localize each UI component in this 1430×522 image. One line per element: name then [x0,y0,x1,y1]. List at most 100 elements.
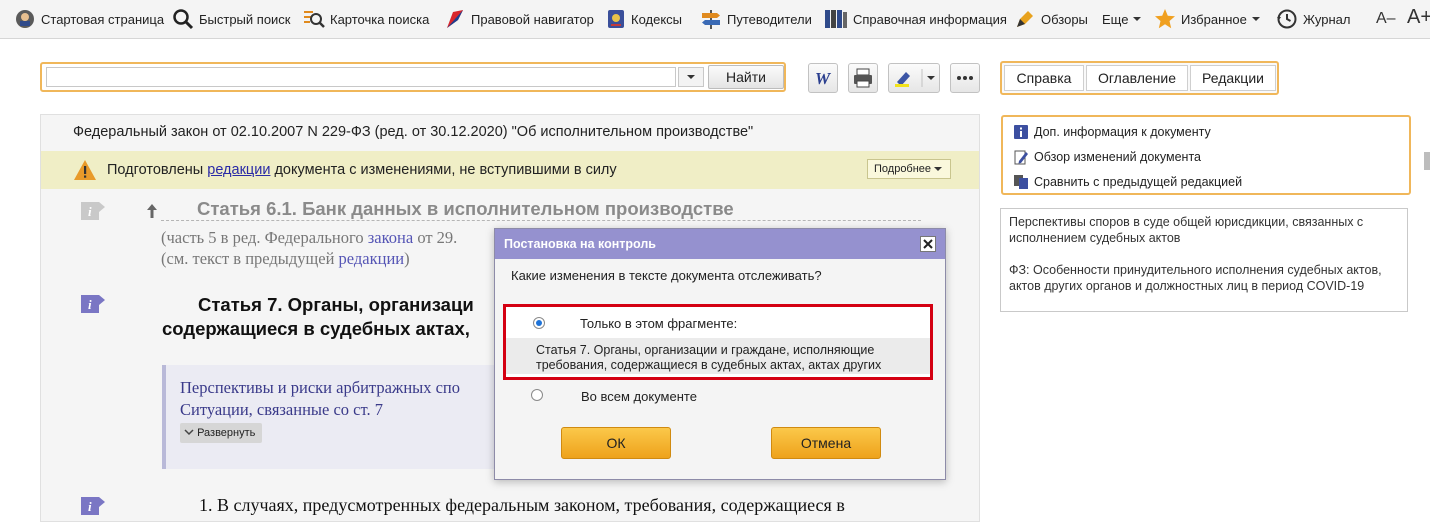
more-dots-icon [957,76,973,80]
toolbar-quick-search[interactable]: Быстрый поиск [172,8,291,30]
edit-doc-icon [1014,150,1028,165]
info-link-compare[interactable]: Сравнить с предыдущей редакцией [1013,173,1242,191]
search-input[interactable] [46,67,676,87]
toolbar-legal-navigator[interactable]: Правовой навигатор [444,8,594,30]
scrollbar-thumb[interactable] [1424,152,1430,170]
info-link-additional[interactable]: Доп. информация к документу [1013,123,1211,141]
tab-editions[interactable]: Редакции [1190,65,1276,91]
font-increase-label: A+ [1407,5,1430,28]
cancel-button[interactable]: Отмена [771,427,881,459]
monitoring-dialog: Постановка на контроль Какие изменения в… [494,228,946,480]
main-toolbar: Стартовая страница Быстрый поиск Карточк… [0,0,1430,39]
svg-text:i: i [88,499,92,514]
related-link-1[interactable]: Перспективы споров в суде общей юрисдикц… [1009,214,1399,246]
tab-contents[interactable]: Оглавление [1086,65,1188,91]
toolbar-reviews[interactable]: Обзоры [1014,8,1088,30]
font-increase-button[interactable]: A+ [1407,6,1430,28]
search-card-icon [304,11,325,28]
print-button[interactable] [848,63,878,93]
chevron-down-icon [1251,17,1260,21]
toolbar-more-label: Еще [1102,11,1129,27]
commentary-link-2[interactable]: Ситуации, связанные со ст. 7 [180,400,383,420]
compare-icon [1014,175,1028,189]
fragment-preview: Статья 7. Органы, организации и граждане… [506,338,930,374]
dialog-header: Постановка на контроль [495,229,945,259]
dialog-question: Какие изменения в тексте документа отсле… [511,268,822,283]
toolbar-codes[interactable]: Кодексы [606,8,682,30]
info-marker-icon[interactable]: i [80,294,106,314]
word-icon: W [815,69,832,88]
svg-text:i: i [88,204,92,219]
chevron-down-icon [687,75,695,79]
article-6-1-heading: Статья 6.1. Банк данных в исполнительном… [197,198,734,219]
article-7-heading-line-2: содержащиеся в судебных актах, [162,318,470,339]
guides-icon [702,10,720,29]
toolbar-guides-label: Путеводители [727,11,812,27]
document-info-box: Доп. информация к документу Обзор измене… [1001,115,1411,195]
printer-icon [854,68,872,88]
star-icon [1155,9,1175,29]
radio-whole-document-label[interactable]: Во всем документе [581,389,697,404]
highlighter-icon [895,72,910,87]
fragment-preview-text: Статья 7. Органы, организации и граждане… [536,343,882,372]
related-link-2[interactable]: ФЗ: Особенности принудительного исполнен… [1009,262,1399,294]
warning-icon [74,160,96,180]
dialog-title: Постановка на контроль [504,237,656,251]
toolbar-favorites[interactable]: Избранное [1154,8,1261,30]
chevron-down-icon [1133,17,1142,21]
toolbar-history-label: Журнал [1303,11,1351,27]
radio-fragment[interactable] [533,317,545,329]
previous-edition-link[interactable]: редакции [339,249,405,268]
toolbar-reference[interactable]: Справочная информация [824,8,1007,30]
toolbar-start-page-label: Стартовая страница [41,11,165,27]
highlight-button[interactable] [888,63,940,93]
search-history-dropdown[interactable] [678,67,704,87]
toolbar-start-page[interactable]: Стартовая страница [14,8,164,30]
history-icon [1277,9,1297,29]
toolbar-history[interactable]: Журнал [1276,8,1350,30]
toolbar-guides[interactable]: Путеводители [700,8,812,30]
expand-label: Развернуть [197,427,256,439]
more-actions-button[interactable] [950,63,980,93]
notice-more-label: Подробнее [874,163,932,175]
search-icon [173,9,194,30]
chevron-down-icon [184,429,194,436]
reviews-icon [1017,11,1033,27]
chevron-down-icon [921,69,935,87]
font-decrease-label: A– [1376,10,1396,27]
toolbar-search-card[interactable]: Карточка поиска [303,8,429,30]
info-link-additional-label: Доп. информация к документу [1034,125,1211,139]
commentary-box: Перспективы и риски арбитражных спо Ситу… [162,365,506,469]
radio-fragment-label[interactable]: Только в этом фрагменте: [580,316,737,331]
notice-more-button[interactable]: Подробнее [867,159,951,179]
notice-editions-link[interactable]: редакции [207,162,270,178]
toolbar-legal-navigator-label: Правовой навигатор [471,11,594,27]
info-icon [1014,125,1028,139]
reference-icon [825,10,847,28]
tab-help[interactable]: Справка [1004,65,1084,91]
font-decrease-button[interactable]: A– [1376,8,1396,30]
navigator-icon [447,10,463,28]
editions-notice: Подготовлены редакции документа с измене… [41,151,979,189]
info-marker-icon[interactable]: i [80,496,106,516]
toolbar-more[interactable]: Еще [1102,8,1142,30]
radio-whole-document[interactable] [531,389,543,401]
arrow-up-icon[interactable] [146,203,158,219]
info-marker-icon[interactable]: i [80,201,106,221]
notice-text-before: Подготовлены [107,162,208,178]
chevron-down-icon [934,167,943,171]
expand-button[interactable]: Развернуть [180,423,263,443]
info-link-compare-label: Сравнить с предыдущей редакцией [1034,175,1243,189]
article-6-1-note-2: (см. текст в предыдущей редакции) [161,249,410,268]
info-link-changes-review-label: Обзор изменений документа [1034,150,1201,164]
find-button[interactable]: Найти [708,65,784,89]
toolbar-quick-search-label: Быстрый поиск [199,11,291,27]
law-link[interactable]: закона [368,228,413,247]
commentary-link-1[interactable]: Перспективы и риски арбитражных спо [180,378,460,398]
close-icon [923,239,933,249]
info-link-changes-review[interactable]: Обзор изменений документа [1013,148,1201,166]
paragraph-1: 1. В случаях, предусмотренных федеральны… [199,495,845,515]
word-export-button[interactable]: W [808,63,838,93]
dialog-close-button[interactable] [920,236,936,252]
ok-button[interactable]: ОК [561,427,671,459]
